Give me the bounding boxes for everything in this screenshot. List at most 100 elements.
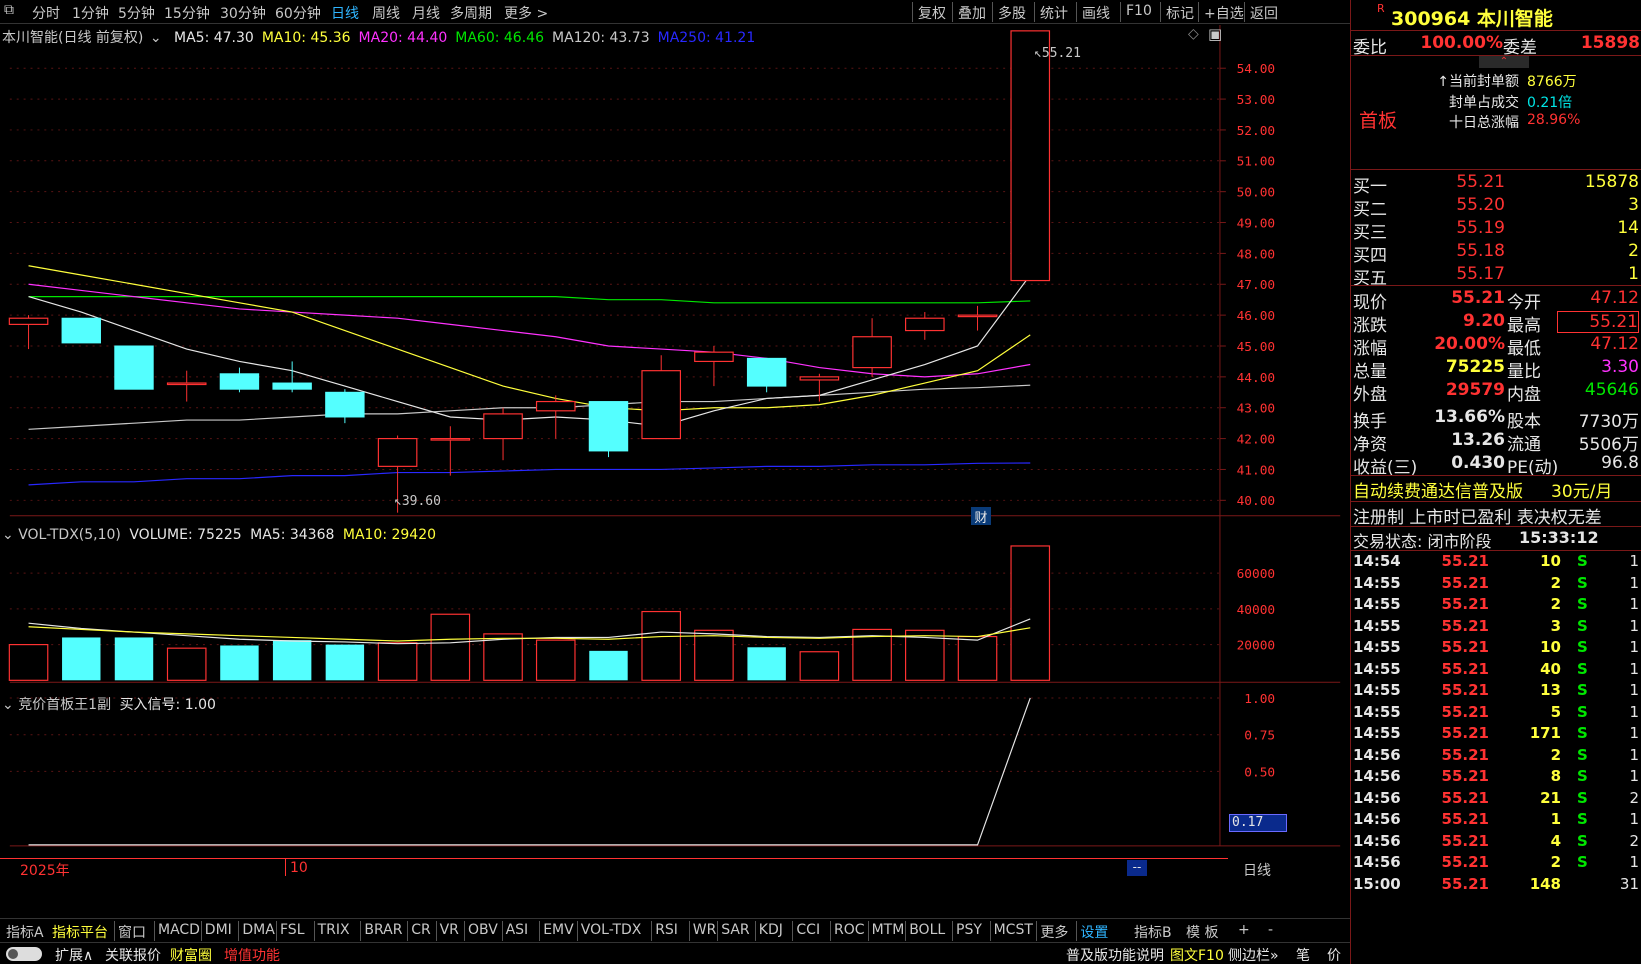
- indicator-tab-5[interactable]: TRIX: [318, 922, 350, 938]
- tick-price: 55.21: [1441, 767, 1489, 785]
- toolbar-button-2[interactable]: 多股: [998, 3, 1026, 23]
- indicator-tab-23[interactable]: 更多: [1040, 922, 1068, 942]
- indicator-tab-14[interactable]: WR: [693, 922, 717, 938]
- tick-time: 14:54: [1353, 552, 1401, 570]
- indicator-b-tab[interactable]: 指标B: [1134, 922, 1172, 942]
- diamond-icon[interactable]: ◇: [1188, 26, 1199, 42]
- indicator-tab-20[interactable]: BOLL: [909, 922, 945, 938]
- bid-price-0: 55.21: [1456, 172, 1505, 192]
- period-tab-9[interactable]: 多周期: [450, 3, 492, 23]
- indicator-tab-7[interactable]: CR: [411, 922, 431, 938]
- status-right-item-2[interactable]: 侧边栏»: [1228, 945, 1279, 964]
- indicator-tab-12[interactable]: VOL-TDX: [581, 922, 642, 938]
- period-tab-2[interactable]: 5分钟: [118, 3, 155, 23]
- status-item-1[interactable]: 关联报价: [105, 945, 161, 964]
- indicator-tab-2[interactable]: DMI: [205, 922, 232, 938]
- price-tick-label: 49.00: [1237, 216, 1276, 231]
- panel-toggle-icon[interactable]: ▣: [1208, 25, 1222, 43]
- ad-price[interactable]: 30元/月: [1551, 477, 1612, 502]
- toolbar-button-3[interactable]: 统计: [1040, 3, 1068, 23]
- toolbar-button-0[interactable]: 复权: [918, 3, 946, 23]
- period-tab-3[interactable]: 15分钟: [164, 3, 210, 23]
- toolbar-button-4[interactable]: 画线: [1082, 3, 1110, 23]
- cai-badge[interactable]: 财: [971, 507, 991, 526]
- indicator-tab-4[interactable]: FSL: [280, 922, 305, 938]
- template-tab[interactable]: 模 板: [1186, 922, 1218, 942]
- volume-bar-down: [325, 644, 365, 681]
- tick-row: 14:54 55.21 10 S 1: [1351, 551, 1641, 573]
- price-tick-label: 48.00: [1237, 247, 1276, 262]
- toolbar-button-1[interactable]: 叠加: [958, 3, 986, 23]
- collapse-icon[interactable]: ⌄: [150, 30, 162, 46]
- price-tick-label: 47.00: [1237, 278, 1276, 293]
- toolbar-button-7[interactable]: +自选: [1204, 3, 1244, 23]
- minus-button[interactable]: -: [1268, 922, 1273, 938]
- ad-text[interactable]: 自动续费通达信普及版: [1353, 477, 1523, 502]
- indicator-tab-13[interactable]: RSI: [655, 922, 678, 938]
- period-tab-1[interactable]: 1分钟: [72, 3, 109, 23]
- status-item-0[interactable]: 扩展∧: [55, 945, 93, 964]
- period-tab-7[interactable]: 周线: [372, 3, 400, 23]
- main-chart-header: 本川智能(日线 前复权) ⌄ MA5: 47.30 MA10: 45.36 MA20…: [2, 27, 755, 47]
- tick-time: 14:56: [1353, 788, 1401, 807]
- period-tab-8[interactable]: 月线: [412, 3, 440, 23]
- status-item-3[interactable]: 增值功能: [224, 945, 280, 964]
- indicator-platform-tab[interactable]: 指标平台: [52, 922, 108, 942]
- period-label[interactable]: 日线: [1243, 860, 1271, 880]
- bid-price-3: 55.18: [1456, 241, 1505, 261]
- indicator-tab-10[interactable]: ASI: [506, 922, 529, 938]
- stat-label-right-3: 量比: [1507, 362, 1541, 382]
- expand-up-icon[interactable]: ⌃: [1479, 56, 1529, 68]
- indicator-tab-15[interactable]: SAR: [721, 922, 749, 938]
- tick-row: 14:55 55.21 5 S 1: [1351, 702, 1641, 724]
- stat-value-left-0: 55.21: [1451, 288, 1505, 308]
- indicator-tab-18[interactable]: ROC: [834, 922, 865, 938]
- indicator-tab-19[interactable]: MTM: [872, 922, 905, 938]
- indicator-tab-11[interactable]: EMV: [543, 922, 574, 938]
- indicator-tab-16[interactable]: KDJ: [759, 922, 783, 938]
- indicator-tab-21[interactable]: PSY: [956, 922, 982, 938]
- status-right-item-1[interactable]: 图文F10: [1170, 945, 1224, 964]
- bid-price-1: 55.20: [1456, 195, 1505, 215]
- collapse-icon[interactable]: ⌄: [2, 527, 14, 543]
- toolbar-button-6[interactable]: 标记: [1166, 3, 1194, 23]
- toggle-switch[interactable]: [6, 947, 42, 961]
- kline-chart[interactable]: 54.00 53.00 52.00 51.00 50.00 49.00 48.00 47.00…: [0, 25, 1350, 905]
- tick-time: 14:56: [1353, 831, 1401, 850]
- candle-body-down: [219, 373, 260, 390]
- indicator-tab-3[interactable]: DMA: [242, 922, 274, 938]
- indicator-tab-1[interactable]: MACD: [158, 922, 200, 938]
- toolbar-button-5[interactable]: F10: [1126, 3, 1152, 19]
- indicator-tab-6[interactable]: BRAR: [364, 922, 402, 938]
- indicator-tab-22[interactable]: MCST: [994, 922, 1033, 938]
- indicator-tab-0[interactable]: 窗口: [118, 922, 146, 942]
- volume-bar-up: [430, 613, 471, 681]
- indicator-tab-24[interactable]: 设置: [1080, 922, 1108, 942]
- indicator-tab-17[interactable]: CCI: [796, 922, 820, 938]
- panel-tab-0[interactable]: 笔: [1296, 945, 1310, 964]
- indicator-tab-8[interactable]: VR: [440, 922, 459, 938]
- period-tab-6[interactable]: 日线: [331, 3, 359, 23]
- collapse-icon[interactable]: ⌄: [2, 697, 14, 713]
- status-item-2[interactable]: 财富圈: [170, 945, 212, 964]
- bid-label-3: 买四: [1353, 246, 1387, 266]
- toolbar-button-8[interactable]: 返回: [1250, 3, 1278, 23]
- period-tab-4[interactable]: 30分钟: [220, 3, 266, 23]
- period-tab-10[interactable]: 更多 >: [504, 3, 548, 23]
- stat-value-right-6: 5506万: [1578, 435, 1639, 455]
- period-tab-5[interactable]: 60分钟: [275, 3, 321, 23]
- volume-bar-up: [166, 647, 207, 681]
- plus-button[interactable]: +: [1238, 922, 1250, 938]
- indicator-tab-9[interactable]: OBV: [468, 922, 498, 938]
- stat-value-right-7: 96.8: [1601, 453, 1639, 473]
- high-label: 55.21: [1041, 46, 1081, 61]
- indicator-a-tab[interactable]: 指标A: [6, 922, 44, 942]
- status-right-item-0[interactable]: 普及版功能说明: [1066, 945, 1164, 964]
- tick-count: 1: [1629, 573, 1639, 592]
- tick-time: 14:56: [1353, 810, 1401, 828]
- window-menu-icon[interactable]: ⧉: [4, 2, 14, 18]
- signal-value: 买入信号: 1.00: [119, 697, 216, 713]
- period-tab-0[interactable]: 分时: [32, 3, 60, 23]
- panel-tab-1[interactable]: 价: [1327, 945, 1341, 964]
- tick-time: 14:56: [1353, 745, 1401, 764]
